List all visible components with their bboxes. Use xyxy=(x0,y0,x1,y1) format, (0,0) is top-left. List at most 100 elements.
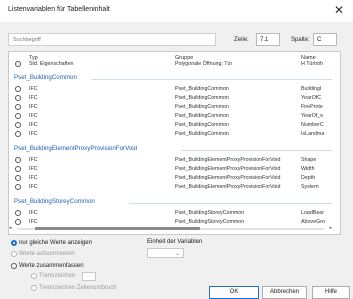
separator-input[interactable] xyxy=(82,272,96,281)
separator-label: Trennzeichen xyxy=(39,273,76,279)
row-radio[interactable] xyxy=(15,104,21,110)
list-item[interactable]: IFC Pset_BuildingElementProxyProvisionFor… xyxy=(9,165,340,174)
row-radio[interactable] xyxy=(15,210,21,216)
combine-values-label: Werte zusammenfassen xyxy=(19,263,84,269)
row-name: H Türhöh xyxy=(301,61,323,67)
row-type: IFC xyxy=(29,86,38,92)
row-group: Pset_BuildingCommon xyxy=(175,122,229,128)
group-name: Pset_BuildingStoreyCommon xyxy=(14,198,95,205)
row-group: Pset_BuildingElementProxyProvisionForVoi… xyxy=(175,166,281,172)
separator-linebreak-radio[interactable] xyxy=(31,285,37,291)
row-radio[interactable] xyxy=(15,131,21,137)
column-value: C xyxy=(317,37,322,43)
row-type: IFC xyxy=(29,104,38,110)
row-group: Pset_BuildingCommon xyxy=(175,95,229,101)
only-same-values-label: nur gleiche Werte anzeigen xyxy=(19,240,92,246)
list-item[interactable]: IFC Pset_BuildingCommon IsLandma xyxy=(9,130,340,139)
row-type: IFC xyxy=(29,113,38,119)
close-icon[interactable]: ✕ xyxy=(334,3,344,17)
group-divider xyxy=(129,203,332,204)
row-radio[interactable] xyxy=(15,184,21,190)
line-field[interactable]: 7.1 xyxy=(256,33,280,46)
list-item[interactable]: IFC Pset_BuildingCommon YearOf_e xyxy=(9,112,340,121)
column-label: Spalte: xyxy=(291,37,310,43)
column-field[interactable]: C xyxy=(313,33,337,46)
row-group: Pset_BuildingCommon xyxy=(175,86,229,92)
row-name: Depth xyxy=(301,175,316,181)
row-name: NumberC xyxy=(301,122,324,128)
sum-values-label: Werte aufsummieren xyxy=(19,251,75,257)
help-button[interactable]: Hilfe xyxy=(312,286,350,299)
group-header: Pset_BuildingCommon xyxy=(9,73,340,83)
row-type: IFC xyxy=(29,184,38,190)
horizontal-scrollbar[interactable]: ◂ ▸ xyxy=(9,225,332,232)
line-value: 7.1 xyxy=(260,37,269,43)
row-type: IFC xyxy=(29,122,38,128)
row-radio[interactable] xyxy=(15,122,21,128)
window-title: Listenvariablen für Tabelleninhalt xyxy=(8,6,110,13)
only-same-values-radio[interactable] xyxy=(11,240,17,246)
row-type: IFC xyxy=(29,175,38,181)
list-item[interactable]: Std. Eigenschaften Polygonale Öffnung; T… xyxy=(9,60,340,69)
row-group: Polygonale Öffnung; Tür xyxy=(175,61,233,67)
chevron-down-icon: ⌄ xyxy=(174,251,180,257)
row-radio[interactable] xyxy=(15,95,21,101)
unit-dropdown[interactable]: ⌄ xyxy=(147,248,184,258)
list-item[interactable]: IFC Pset_BuildingCommon NumberC xyxy=(9,121,340,130)
group-header: Pset_BuildingStoreyCommon xyxy=(9,197,340,207)
list-item[interactable]: IFC Pset_BuildingStoreyCommon LoadBear xyxy=(9,209,340,218)
row-group: Pset_BuildingElementProxyProvisionForVoi… xyxy=(175,184,281,190)
list-item[interactable]: IFC Pset_BuildingElementProxyProvisionFor… xyxy=(9,174,340,183)
list-item[interactable]: IFC Pset_BuildingElementProxyProvisionFor… xyxy=(9,183,340,192)
row-group: Pset_BuildingCommon xyxy=(175,104,229,110)
list-item[interactable]: IFC Pset_BuildingCommon BuildingI xyxy=(9,85,340,94)
row-type: Std. Eigenschaften xyxy=(29,61,74,67)
row-name: Shape xyxy=(301,157,317,163)
title-bar: Listenvariablen für Tabelleninhalt ✕ xyxy=(0,0,353,22)
list-item[interactable]: IFC Pset_BuildingCommon YearOfC xyxy=(9,94,340,103)
cancel-button[interactable]: Abbrechen xyxy=(262,286,307,299)
unit-label: Einheit der Variablen xyxy=(147,239,203,245)
separator-linebreak-label: Trennzeichen Zeilenumbruch xyxy=(39,285,117,291)
row-name: FireProte xyxy=(301,104,323,110)
row-type: IFC xyxy=(29,131,38,137)
row-type: IFC xyxy=(29,157,38,163)
group-divider xyxy=(91,79,332,80)
search-input[interactable]: Suchbegriff xyxy=(8,33,216,46)
row-name: System xyxy=(301,184,319,190)
row-name: Width xyxy=(301,166,315,172)
row-radio[interactable] xyxy=(15,86,21,92)
row-group: Pset_BuildingCommon xyxy=(175,131,229,137)
list-item[interactable]: IFC Pset_BuildingCommon FireProte xyxy=(9,103,340,112)
row-name: BuildingI xyxy=(301,86,322,92)
row-type: IFC xyxy=(29,166,38,172)
sum-values-radio[interactable] xyxy=(11,251,17,257)
search-placeholder: Suchbegriff xyxy=(13,37,41,43)
row-type: IFC xyxy=(29,210,38,216)
scroll-left-icon[interactable]: ◂ xyxy=(9,225,12,231)
variables-list[interactable]: Typ Gruppe Name Std. Eigenschaften Polyg… xyxy=(8,51,341,235)
row-radio[interactable] xyxy=(15,166,21,172)
line-label: Zeile: xyxy=(234,37,249,43)
row-radio[interactable] xyxy=(15,157,21,163)
row-type: IFC xyxy=(29,95,38,101)
row-radio[interactable] xyxy=(15,113,21,119)
row-radio[interactable] xyxy=(15,175,21,181)
row-name: YearOf_e xyxy=(301,113,324,119)
row-group: Pset_BuildingElementProxyProvisionForVoi… xyxy=(175,175,281,181)
row-group: Pset_BuildingStoreyCommon xyxy=(175,210,245,216)
row-name: LoadBear xyxy=(301,210,324,216)
combine-values-radio[interactable] xyxy=(11,263,17,269)
scroll-thumb[interactable] xyxy=(35,227,200,230)
group-name: Pset_BuildingCommon xyxy=(14,74,77,81)
group-divider xyxy=(181,150,332,151)
ok-button[interactable]: OK xyxy=(209,286,259,299)
scroll-right-icon[interactable]: ▸ xyxy=(329,225,332,231)
row-group: Pset_BuildingCommon xyxy=(175,113,229,119)
group-name: Pset_BuildingElementProxyProvisionForVoi… xyxy=(14,145,138,152)
row-radio[interactable] xyxy=(15,61,21,67)
separator-radio[interactable] xyxy=(31,273,37,279)
row-group: Pset_BuildingElementProxyProvisionForVoi… xyxy=(175,157,281,163)
list-item[interactable]: IFC Pset_BuildingElementProxyProvisionFor… xyxy=(9,156,340,165)
group-header: Pset_BuildingElementProxyProvisionForVoi… xyxy=(9,144,340,154)
